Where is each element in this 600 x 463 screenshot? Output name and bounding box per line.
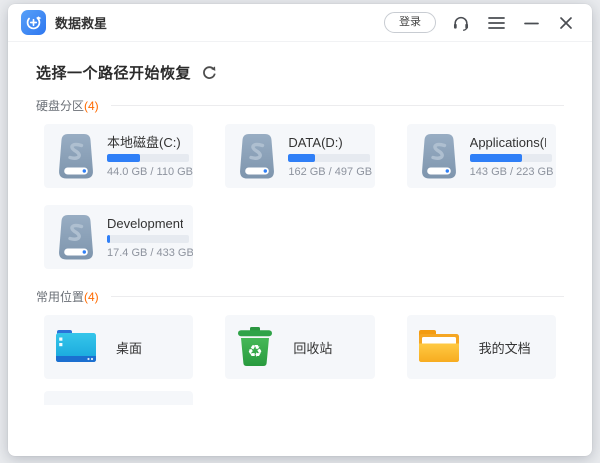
close-icon[interactable] <box>556 13 576 33</box>
disk-capacity: 162 GB / 497 GB <box>288 166 364 178</box>
section-locations-count: (4) <box>84 290 99 304</box>
disk-info: Applications(E:) 143 GB / 223 GB <box>470 135 546 178</box>
app-title: 数据救星 <box>55 13 107 32</box>
documents-folder-icon <box>419 330 459 364</box>
disk-card-f[interactable]: Development apps(F: 17.4 GB / 433 GB <box>44 205 193 269</box>
desktop-folder-icon <box>56 330 96 364</box>
recycle-bin-icon: ♻ <box>237 327 273 367</box>
section-divider <box>111 105 564 106</box>
disk-name: Development apps(F: <box>107 216 183 231</box>
hard-drive-icon <box>56 215 96 260</box>
location-card-documents[interactable]: 我的文档 <box>407 315 556 379</box>
disk-card-d[interactable]: DATA(D:) 162 GB / 497 GB <box>225 124 374 188</box>
hard-drive-icon <box>419 134 459 179</box>
disk-capacity: 44.0 GB / 110 GB <box>107 166 183 178</box>
minimize-icon[interactable] <box>521 13 541 33</box>
page-title: 选择一个路径开始恢复 <box>36 62 191 83</box>
app-window: 数据救星 登录 <box>8 4 592 456</box>
disk-capacity: 17.4 GB / 433 GB <box>107 247 183 259</box>
section-divider <box>111 296 564 297</box>
disk-info: 本地磁盘(C:) 44.0 GB / 110 GB <box>107 135 183 178</box>
titlebar: 数据救星 登录 <box>8 4 592 42</box>
disk-capacity: 143 GB / 223 GB <box>470 166 546 178</box>
location-label: 桌面 <box>116 338 142 357</box>
disk-name: Applications(E:) <box>470 135 546 150</box>
disk-name: 本地磁盘(C:) <box>107 135 183 150</box>
location-card-recycle-bin[interactable]: ♻ 回收站 <box>225 315 374 379</box>
disk-usage-fill <box>288 154 315 162</box>
location-label: 回收站 <box>293 338 332 357</box>
disk-card-c[interactable]: 本地磁盘(C:) 44.0 GB / 110 GB <box>44 124 193 188</box>
section-disks: 硬盘分区(4) <box>36 97 564 113</box>
menu-icon[interactable] <box>486 13 506 33</box>
disk-name: DATA(D:) <box>288 135 364 150</box>
hard-drive-icon <box>56 134 96 179</box>
section-disks-count: (4) <box>84 99 99 113</box>
disk-card-e[interactable]: Applications(E:) 143 GB / 223 GB <box>407 124 556 188</box>
disk-usage-bar <box>107 154 189 162</box>
app-logo-icon <box>21 10 46 35</box>
disk-usage-fill <box>470 154 522 162</box>
disk-info: Development apps(F: 17.4 GB / 433 GB <box>107 216 183 259</box>
location-grid: 桌面 ♻ <box>36 315 564 405</box>
support-headset-icon[interactable] <box>451 13 471 33</box>
refresh-icon[interactable] <box>202 65 217 80</box>
hard-drive-icon <box>237 134 277 179</box>
disk-info: DATA(D:) 162 GB / 497 GB <box>288 135 364 178</box>
location-card-desktop[interactable]: 桌面 <box>44 315 193 379</box>
section-locations-label: 常用位置(4) <box>36 288 99 305</box>
disk-grid: 本地磁盘(C:) 44.0 GB / 110 GB <box>36 124 564 269</box>
disk-usage-bar <box>107 235 189 243</box>
page-title-row: 选择一个路径开始恢复 <box>36 62 564 83</box>
location-label: 我的文档 <box>479 338 531 357</box>
disk-usage-bar <box>288 154 370 162</box>
location-card-partial[interactable] <box>44 391 193 405</box>
disk-usage-fill <box>107 235 110 243</box>
login-button[interactable]: 登录 <box>384 12 436 33</box>
section-locations: 常用位置(4) <box>36 288 564 304</box>
desktop-background: 数据救星 登录 <box>0 0 600 463</box>
disk-usage-fill <box>107 154 140 162</box>
content-area[interactable]: 选择一个路径开始恢复 硬盘分区(4) <box>8 42 592 405</box>
recycle-symbol: ♻ <box>248 342 263 362</box>
section-disks-label: 硬盘分区(4) <box>36 97 99 114</box>
disk-usage-bar <box>470 154 552 162</box>
